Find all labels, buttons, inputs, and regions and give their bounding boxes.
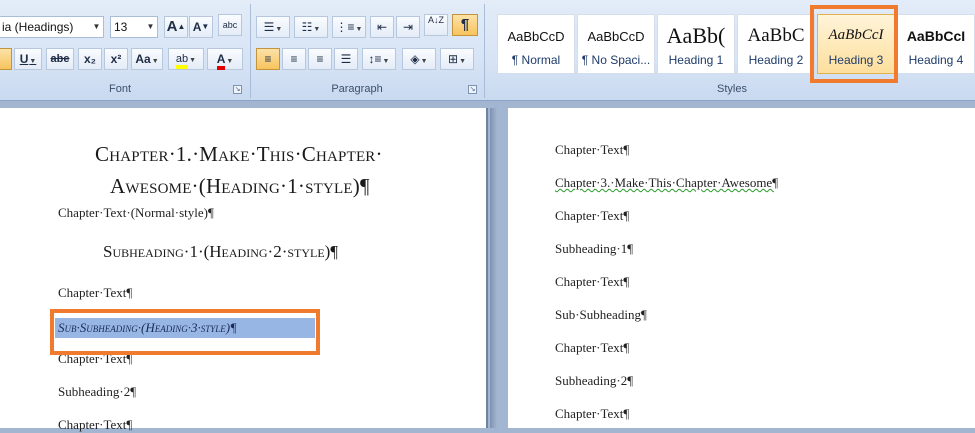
grow-font-button[interactable]: A▲ xyxy=(164,16,188,38)
style-heading-4[interactable]: AaBbCcI Heading 4 xyxy=(897,14,975,74)
style-name: Heading 4 xyxy=(908,53,964,67)
sort-button[interactable]: A↓Z xyxy=(424,14,448,36)
style-sample: AaBbCcD xyxy=(507,29,565,44)
shrink-font-button[interactable]: A▼ xyxy=(189,16,213,38)
text-highlight-button[interactable]: ab▼ xyxy=(168,48,204,70)
page-gap xyxy=(490,108,508,428)
style-sample: AaBbCcI xyxy=(828,27,884,43)
paint-bucket-icon: ◈ xyxy=(410,52,420,66)
normal-paragraph[interactable]: Chapter·Text·(Normal·style)¶ xyxy=(58,205,214,221)
right-line-2[interactable]: Chapter·3.·Make·This·Chapter·Awesome¶ xyxy=(555,175,778,191)
right-line-4[interactable]: Subheading·1¶ xyxy=(555,241,633,257)
borders-button[interactable]: ⊞▼ xyxy=(440,48,474,70)
style-sample: AaBbCcI xyxy=(906,28,966,44)
shading-button[interactable]: ◈▼ xyxy=(402,48,436,70)
borders-icon: ⊞ xyxy=(448,52,459,66)
bullets-button[interactable]: ☰▼ xyxy=(256,16,290,38)
heading-3-selected-line[interactable]: Sub·Subheading·(Heading·3·style)¶ xyxy=(55,318,315,338)
style-name: Heading 3 xyxy=(828,53,884,67)
heading-1-line-1[interactable]: Chapter·1.·Make·This·Chapter· xyxy=(95,142,383,167)
right-line-7[interactable]: Chapter·Text¶ xyxy=(555,340,629,356)
right-line-5[interactable]: Chapter·Text¶ xyxy=(555,274,629,290)
font-name-value: ia (Headings) xyxy=(2,20,74,34)
style-no-spacing[interactable]: AaBbCcD ¶ No Spaci... xyxy=(577,14,655,74)
style-normal[interactable]: AaBbCcD ¶ Normal xyxy=(497,14,575,74)
group-divider xyxy=(484,4,485,98)
chevron-down-icon[interactable]: ▼ xyxy=(144,17,157,37)
align-left-button[interactable]: ≡ xyxy=(256,48,280,70)
justify-icon: ☰ xyxy=(340,52,352,66)
style-heading-2[interactable]: AaBbC Heading 2 xyxy=(737,14,815,74)
show-marks-button[interactable]: ¶ xyxy=(452,14,478,36)
chevron-down-icon[interactable]: ▼ xyxy=(90,17,103,37)
style-heading-3[interactable]: AaBbCcI Heading 3 xyxy=(817,14,895,74)
chapter-text-1[interactable]: Chapter·Text¶ xyxy=(58,285,132,301)
right-line-3[interactable]: Chapter·Text¶ xyxy=(555,208,629,224)
pilcrow-icon: ¶ xyxy=(460,16,470,33)
style-name: ¶ No Spaci... xyxy=(581,53,651,67)
style-sample: AaBb( xyxy=(666,23,726,48)
align-right-icon: ≡ xyxy=(316,52,324,66)
decrease-indent-button[interactable]: ⇤ xyxy=(370,16,394,38)
superscript-button[interactable]: x² xyxy=(104,48,128,70)
paragraph-group-label: Paragraph xyxy=(331,83,383,95)
font-size-value: 13 xyxy=(114,20,128,34)
style-name: Heading 2 xyxy=(748,53,804,67)
font-size-combo[interactable]: 13 ▼ xyxy=(110,16,158,38)
align-center-button[interactable]: ≡ xyxy=(282,48,306,70)
decrease-indent-icon: ⇤ xyxy=(376,20,388,34)
right-line-8[interactable]: Subheading·2¶ xyxy=(555,373,633,389)
font-name-combo[interactable]: ia (Headings) ▼ xyxy=(0,16,104,38)
line-spacing-button[interactable]: ↕≡▼ xyxy=(362,48,396,70)
numbering-button[interactable]: ☷▼ xyxy=(294,16,328,38)
style-sample: AaBbCcD xyxy=(587,29,645,44)
font-color-button[interactable]: A▼ xyxy=(207,48,243,70)
multilevel-list-icon: ⋮≡ xyxy=(335,20,355,34)
paragraph-dialog-launcher-icon[interactable]: ↘ xyxy=(468,85,477,94)
multilevel-list-button[interactable]: ⋮≡▼ xyxy=(332,16,366,38)
style-name: ¶ Normal xyxy=(511,53,561,67)
right-page[interactable]: Chapter·Text¶ Chapter·3.·Make·This·Chapt… xyxy=(508,108,975,428)
justify-button[interactable]: ☰ xyxy=(334,48,358,70)
sort-icon: A↓Z xyxy=(427,15,444,25)
right-line-9[interactable]: Chapter·Text¶ xyxy=(555,406,629,422)
strikethrough-button[interactable]: abe xyxy=(46,48,74,70)
clear-formatting-button[interactable]: abc xyxy=(218,14,242,36)
subscript-button[interactable]: x₂ xyxy=(78,48,102,70)
change-case-button[interactable]: Aa▼ xyxy=(131,48,163,70)
highlighter-icon: ab xyxy=(175,53,189,69)
styles-group-label: Styles xyxy=(717,83,747,95)
underline-button[interactable]: U▼ xyxy=(14,48,42,70)
subheading-2-line[interactable]: Subheading·2¶ xyxy=(58,384,136,400)
style-sample: AaBbC xyxy=(747,25,805,46)
group-divider xyxy=(250,4,251,98)
align-center-icon: ≡ xyxy=(290,52,298,66)
styles-gallery: AaBbCcD ¶ Normal AaBbCcD ¶ No Spaci... A… xyxy=(489,4,975,80)
chapter-text-2[interactable]: Chapter·Text¶ xyxy=(58,351,132,367)
style-name: Heading 1 xyxy=(668,53,724,67)
heading-2-line[interactable]: Subheading·1·(Heading·2·style)¶ xyxy=(103,242,338,262)
right-line-6[interactable]: Sub·Subheading¶ xyxy=(555,307,647,323)
highlight-strip xyxy=(0,48,12,70)
increase-indent-button[interactable]: ⇥ xyxy=(396,16,420,38)
numbered-list-icon: ☷ xyxy=(301,20,313,34)
increase-indent-icon: ⇥ xyxy=(402,20,414,34)
line-spacing-icon: ↕≡ xyxy=(368,52,382,66)
align-right-button[interactable]: ≡ xyxy=(308,48,332,70)
style-heading-1[interactable]: AaBb( Heading 1 xyxy=(657,14,735,74)
right-line-1[interactable]: Chapter·Text¶ xyxy=(555,142,629,158)
eraser-icon: abc xyxy=(222,20,238,30)
bullet-list-icon: ☰ xyxy=(263,20,275,34)
align-left-icon: ≡ xyxy=(264,52,272,66)
font-group-label: Font xyxy=(108,83,131,95)
heading-1-line-2[interactable]: Awesome·(Heading·1·style)¶ xyxy=(110,174,370,199)
font-dialog-launcher-icon[interactable]: ↘ xyxy=(233,85,242,94)
ribbon: ia (Headings) ▼ 13 ▼ A▲ A▼ abc U▼ abe x₂… xyxy=(0,0,975,101)
chapter-text-3[interactable]: Chapter·Text¶ xyxy=(58,417,132,433)
left-page[interactable]: Chapter·1.·Make·This·Chapter· Awesome·(H… xyxy=(0,108,488,432)
